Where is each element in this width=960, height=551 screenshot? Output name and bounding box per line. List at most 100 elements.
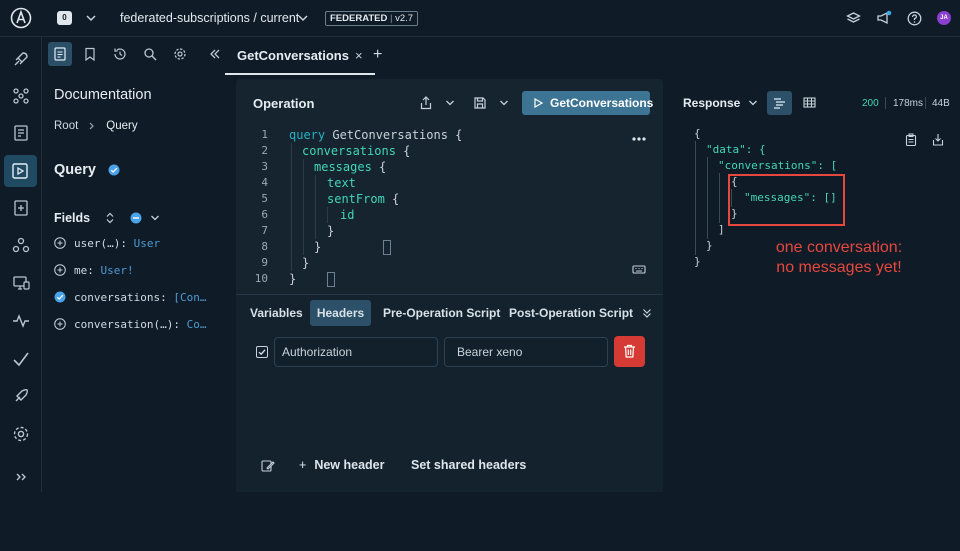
- add-tab-button[interactable]: +: [373, 46, 382, 64]
- clients-icon[interactable]: [11, 273, 31, 293]
- save-icon[interactable]: [473, 96, 487, 110]
- add-field-icon[interactable]: [54, 237, 66, 249]
- code-line-4: text: [327, 175, 356, 191]
- operation-title: Operation: [253, 96, 315, 111]
- header-enabled-checkbox[interactable]: [256, 346, 268, 358]
- line-number: 10: [254, 272, 268, 285]
- subgraphs-icon[interactable]: [11, 235, 31, 255]
- response-dropdown[interactable]: Response: [683, 96, 759, 110]
- copy-response-icon[interactable]: [905, 133, 917, 146]
- status-code: 200: [862, 98, 879, 109]
- share-icon[interactable]: [419, 96, 433, 110]
- json-view-button[interactable]: [767, 91, 792, 115]
- plus-icon: +: [299, 458, 307, 472]
- checkmark-icon[interactable]: [11, 349, 31, 369]
- indent-guide: [291, 143, 292, 271]
- header-key-input[interactable]: Authorization: [274, 337, 438, 367]
- expand-rail-icon[interactable]: [11, 467, 31, 487]
- fields-header: Fields: [54, 211, 161, 225]
- deselect-all-icon[interactable]: [130, 212, 142, 224]
- field-type[interactable]: [Con…: [173, 291, 206, 304]
- field-id: id: [340, 208, 355, 222]
- run-operation-button[interactable]: GetConversations: [522, 91, 654, 115]
- field-row-user[interactable]: user(…): User: [54, 235, 160, 253]
- breadcrumb-current: Query: [106, 120, 138, 132]
- insights-pulse-icon[interactable]: [11, 311, 31, 331]
- type-heading: Query: [54, 162, 120, 178]
- layers-icon[interactable]: [846, 11, 861, 26]
- download-response-icon[interactable]: [932, 133, 944, 146]
- brace: {: [371, 160, 387, 174]
- history-icon[interactable]: [113, 47, 127, 61]
- delete-header-button[interactable]: [614, 336, 645, 367]
- tab-variables[interactable]: Variables: [250, 300, 303, 326]
- tab-post-operation-script[interactable]: Post-Operation Script: [509, 300, 633, 326]
- collapse-section-icon[interactable]: [641, 307, 653, 319]
- status-divider: [925, 97, 926, 109]
- set-shared-headers-button[interactable]: Set shared headers: [411, 458, 526, 472]
- trash-icon: [623, 344, 636, 358]
- table-view-icon[interactable]: [803, 96, 816, 109]
- indent-guide: [315, 175, 316, 239]
- bulk-edit-icon[interactable]: [261, 538, 274, 551]
- brace: }: [289, 272, 297, 286]
- keyboard-shortcuts-icon[interactable]: [632, 263, 646, 275]
- field-row-conversation[interactable]: conversation(…): Co…: [54, 316, 206, 334]
- search-icon[interactable]: [143, 47, 157, 61]
- tab-headers[interactable]: Headers: [310, 300, 371, 326]
- bookmark-icon[interactable]: [83, 47, 97, 61]
- add-field-icon[interactable]: [54, 264, 66, 276]
- json-line: ]: [718, 223, 725, 236]
- field-type[interactable]: User: [134, 237, 161, 250]
- tab-pre-operation-script[interactable]: Pre-Operation Script: [383, 300, 500, 326]
- code-editor[interactable]: 1 2 3 4 5 6 7 8 9 10 query GetConversati…: [236, 127, 663, 292]
- schema-doc-icon[interactable]: [11, 123, 31, 143]
- user-avatar[interactable]: JA: [937, 11, 951, 25]
- rocket-icon[interactable]: [11, 49, 31, 69]
- more-options-icon[interactable]: [632, 137, 646, 141]
- field-type[interactable]: Co…: [187, 318, 207, 331]
- collapse-panel-icon[interactable]: [209, 48, 221, 60]
- add-field-icon[interactable]: [54, 318, 66, 330]
- code-line-3: messages {: [314, 159, 386, 175]
- apollo-logo-icon[interactable]: [10, 7, 32, 29]
- line-number: 1: [261, 128, 268, 141]
- graph-chevron-down-icon[interactable]: [297, 12, 309, 24]
- verified-check-icon: [108, 164, 120, 176]
- org-badge[interactable]: 0: [57, 11, 72, 25]
- settings-gear-icon[interactable]: [11, 424, 31, 444]
- announcement-icon[interactable]: [876, 10, 892, 26]
- indent-guide: [303, 159, 304, 255]
- annotation-line-2: no messages yet!: [776, 259, 902, 276]
- sort-icon[interactable]: [104, 212, 116, 224]
- checks-icon[interactable]: [11, 198, 31, 218]
- header-value-input[interactable]: Bearer xeno: [444, 337, 608, 367]
- code-line-9: }: [302, 255, 309, 271]
- doc-tab-button[interactable]: [48, 42, 72, 66]
- selected-field-check-icon[interactable]: [54, 291, 66, 303]
- field-row-me[interactable]: me: User!: [54, 262, 134, 280]
- help-icon[interactable]: [907, 11, 922, 26]
- field-type[interactable]: User!: [101, 264, 134, 277]
- tab-getconversations[interactable]: GetConversations ×: [225, 37, 375, 75]
- run-label: GetConversations: [550, 96, 654, 110]
- line-number: 4: [261, 176, 268, 189]
- save-chevron-down-icon[interactable]: [498, 97, 510, 109]
- field-row-conversations[interactable]: conversations: [Con…: [54, 289, 206, 307]
- graph-ref-selector[interactable]: federated-subscriptions / current: [120, 10, 299, 26]
- explorer-nav-item[interactable]: [4, 155, 37, 187]
- new-header-button[interactable]: + New header: [299, 458, 384, 472]
- field-name: me:: [74, 264, 101, 277]
- edit-pencil-icon[interactable]: [261, 459, 275, 473]
- response-chevron-down-icon: [747, 97, 759, 109]
- launches-icon[interactable]: [11, 386, 31, 406]
- org-chevron-down-icon[interactable]: [85, 12, 97, 24]
- share-chevron-down-icon[interactable]: [444, 97, 456, 109]
- annotation-line-1: one conversation:: [775, 239, 903, 256]
- doc-settings-gear-icon[interactable]: [173, 47, 187, 61]
- graph-nodes-icon[interactable]: [11, 86, 31, 106]
- breadcrumb-root[interactable]: Root: [54, 120, 78, 132]
- tab-close-icon[interactable]: ×: [355, 48, 363, 63]
- text-view-icon: [773, 97, 786, 109]
- fields-chevron-down-icon[interactable]: [149, 212, 161, 224]
